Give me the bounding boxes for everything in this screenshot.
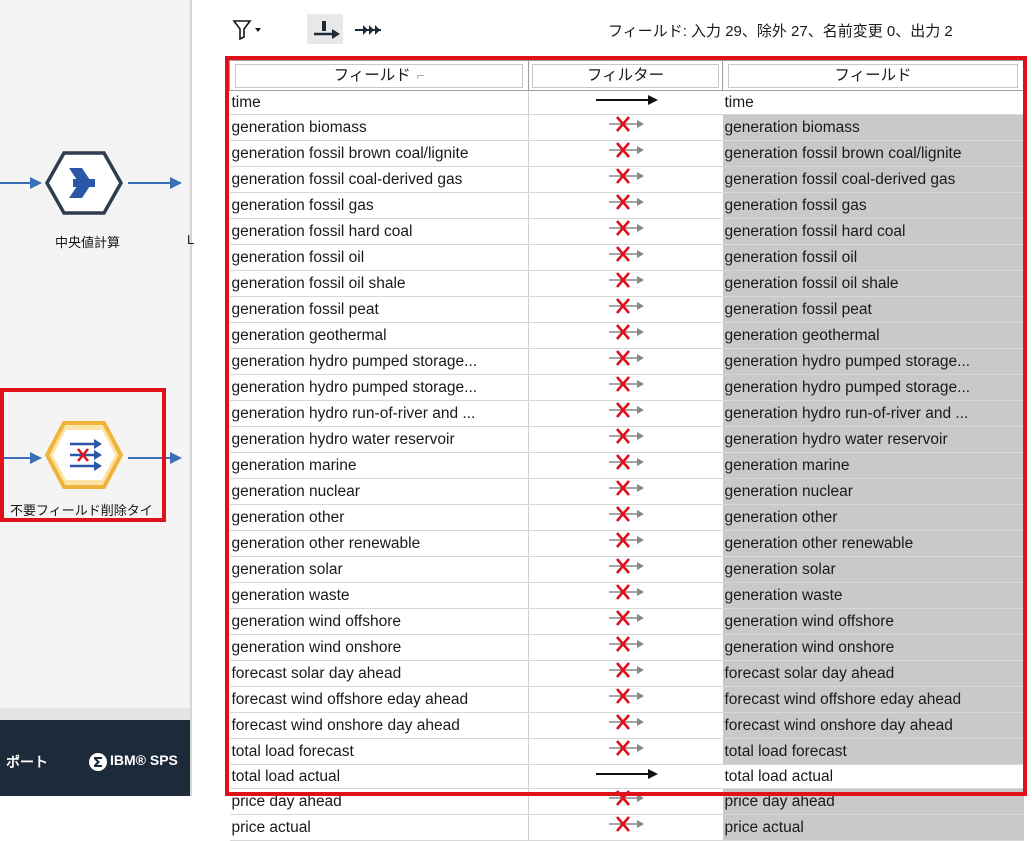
output-field-cell: price actual xyxy=(722,814,1024,841)
status-left-text: ポート xyxy=(6,754,48,770)
filter-icon[interactable] xyxy=(232,18,262,42)
link-out-1 xyxy=(128,182,172,184)
filter-node-highlight xyxy=(0,388,166,522)
excluded-arrow-icon xyxy=(608,816,644,832)
sigma-icon xyxy=(89,753,107,771)
multi-arrow-button[interactable] xyxy=(353,20,383,40)
input-field-cell: price actual xyxy=(229,814,529,841)
status-brand-text: IBM® SPS xyxy=(110,752,178,768)
median-node-icon[interactable] xyxy=(44,150,124,216)
table-highlight xyxy=(225,56,1027,796)
link-arrow-icon xyxy=(170,177,182,189)
table-row[interactable]: price actual price actual xyxy=(229,814,1024,841)
median-node-label: 中央値計算 xyxy=(55,235,121,250)
canvas-divider xyxy=(190,0,192,796)
link-arrow-icon xyxy=(30,177,42,189)
link-arrow-icon xyxy=(170,452,182,464)
field-summary: フィールド: 入力 29、除外 27、名前変更 0、出力 2 xyxy=(608,23,953,40)
single-arrow-button[interactable] xyxy=(310,16,342,42)
link-in-1 xyxy=(0,182,34,184)
partial-node-label: L xyxy=(187,232,195,247)
filter-toggle-cell[interactable] xyxy=(528,814,723,841)
